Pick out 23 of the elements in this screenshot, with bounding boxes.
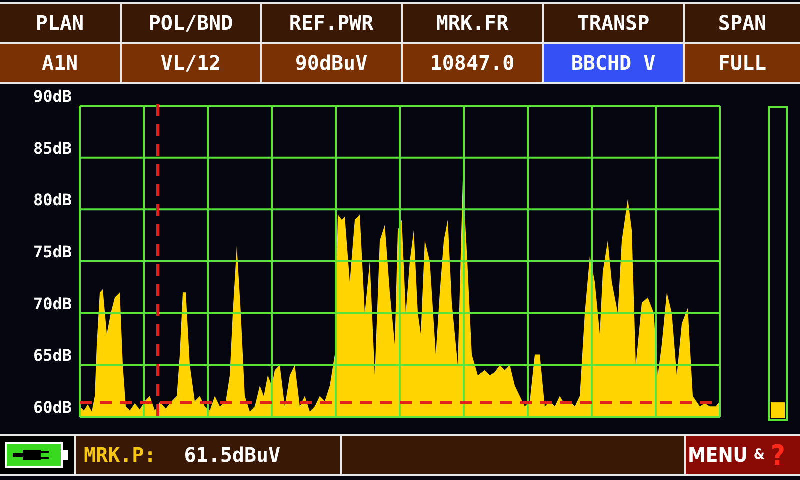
header-value[interactable]: FULL	[685, 44, 800, 82]
header-label: POL/BND	[122, 4, 260, 42]
header-value[interactable]: 10847.0	[403, 44, 542, 82]
y-axis-label: 85dB	[33, 138, 72, 158]
header-label: REF.PWR	[262, 4, 401, 42]
y-axis-label: 75dB	[33, 242, 72, 262]
header-label: TRANSP	[544, 4, 683, 42]
header-label: MRK.FR	[403, 4, 542, 42]
battery-icon	[5, 442, 69, 468]
header-value[interactable]: 90dBuV	[262, 44, 401, 82]
y-axis-label: 60dB	[33, 398, 72, 417]
header-value[interactable]: VL/12	[122, 44, 260, 82]
y-axis-label: 80dB	[33, 190, 72, 210]
header-value[interactable]: BBCHD V	[544, 44, 683, 82]
header-label: PLAN	[0, 4, 120, 42]
y-axis-label: 90dB	[33, 87, 72, 106]
menu-button[interactable]: MENU & ?	[686, 436, 800, 474]
marker-power-value: 61.5dBuV	[184, 443, 281, 467]
header-label: SPAN	[685, 4, 800, 42]
marker-power-label: MRK.P:	[84, 443, 156, 467]
y-axis-label: 70dB	[33, 294, 72, 314]
y-axis-label: 65dB	[33, 346, 72, 366]
header-value[interactable]: A1N	[0, 44, 120, 82]
